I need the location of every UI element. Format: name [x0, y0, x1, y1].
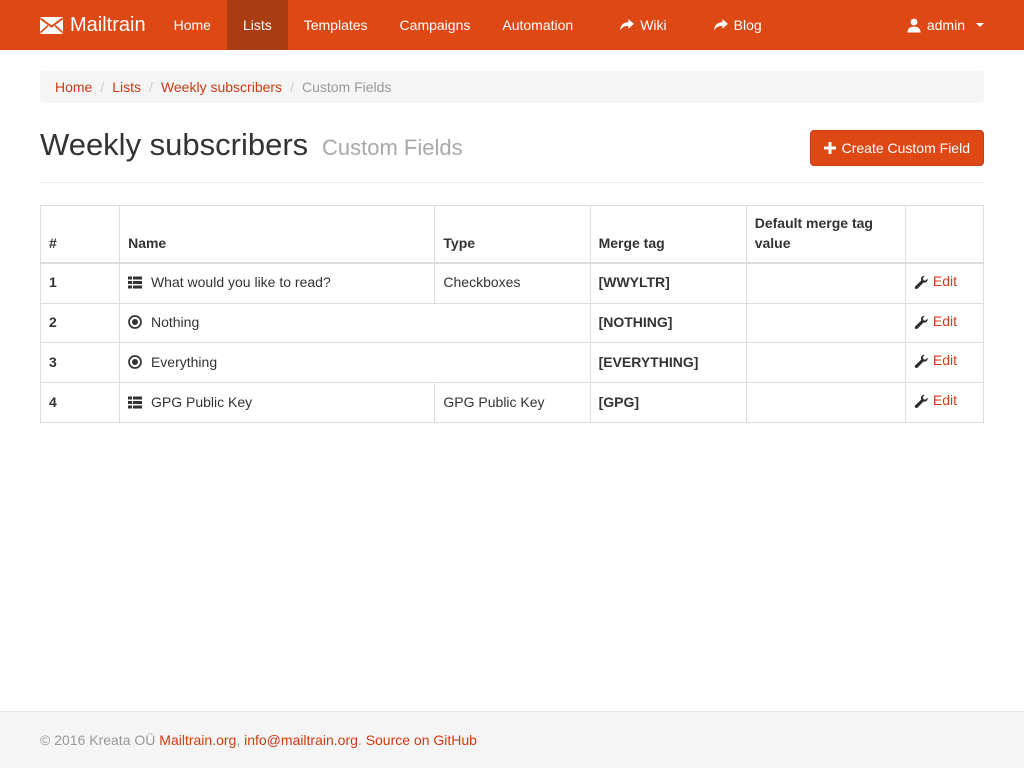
plus-icon: [824, 142, 836, 154]
table-row: 3 Everything [EVERYTHING] Edit: [41, 343, 984, 383]
create-custom-field-button[interactable]: Create Custom Field: [810, 130, 984, 166]
wrench-icon: [914, 315, 928, 329]
actions-cell: Edit: [905, 263, 983, 303]
breadcrumb-weekly-subscribers[interactable]: Weekly subscribers: [161, 79, 282, 95]
nav-item-home[interactable]: Home: [158, 0, 227, 50]
navbar: Mailtrain Home Lists Templates Campaigns…: [0, 0, 1024, 50]
field-name-cell: What would you like to read?: [120, 263, 435, 303]
table-row: 1 What would you like to read? Checkboxe…: [41, 263, 984, 303]
row-index: 2: [41, 303, 120, 343]
brand-link[interactable]: Mailtrain: [40, 0, 146, 50]
default-merge-tag-value: [746, 303, 905, 343]
edit-label: Edit: [933, 351, 957, 371]
user-label: admin: [927, 17, 965, 33]
caret-down-icon: [976, 23, 984, 27]
copyright-text: © 2016 Kreata OÜ: [40, 732, 155, 748]
record-icon: [128, 315, 142, 329]
user-icon: [907, 18, 921, 33]
user-menu[interactable]: admin: [891, 0, 984, 50]
default-merge-tag-value: [746, 263, 905, 303]
page-title: Weekly subscribers: [40, 127, 308, 162]
row-index: 3: [41, 343, 120, 383]
field-name-cell: GPG Public Key: [120, 383, 435, 423]
page-subtitle: Custom Fields: [322, 135, 463, 160]
nav-item-templates[interactable]: Templates: [288, 0, 384, 50]
breadcrumb-separator: /: [282, 79, 302, 95]
breadcrumb-separator: /: [92, 79, 112, 95]
edit-link[interactable]: Edit: [914, 312, 957, 332]
actions-cell: Edit: [905, 343, 983, 383]
field-name: What would you like to read?: [151, 274, 331, 290]
column-header-name: Name: [120, 206, 435, 263]
actions-cell: Edit: [905, 303, 983, 343]
brand-label: Mailtrain: [70, 14, 146, 37]
edit-link[interactable]: Edit: [914, 391, 957, 411]
nav-item-campaigns[interactable]: Campaigns: [384, 0, 487, 50]
wrench-icon: [914, 275, 928, 289]
table-row: 4 GPG Public Key GPG Public Key [GPG]: [41, 383, 984, 423]
breadcrumb: Home / Lists / Weekly subscribers / Cust…: [40, 71, 984, 103]
actions-cell: Edit: [905, 383, 983, 423]
row-index: 4: [41, 383, 120, 423]
nav-item-wiki[interactable]: Wiki: [603, 0, 682, 50]
wrench-icon: [914, 354, 928, 368]
nav-item-lists[interactable]: Lists: [227, 0, 288, 50]
github-source-link[interactable]: Source on GitHub: [366, 732, 477, 748]
list-icon: [128, 276, 142, 289]
table-body: 1 What would you like to read? Checkboxe…: [41, 263, 984, 423]
record-icon: [128, 355, 142, 369]
field-type: Checkboxes: [435, 263, 590, 303]
main-nav: Home Lists Templates Campaigns Automatio…: [158, 0, 778, 50]
merge-tag: [GPG]: [590, 383, 746, 423]
breadcrumb-separator: /: [141, 79, 161, 95]
field-name-cell: Nothing: [120, 303, 590, 343]
nav-item-automation[interactable]: Automation: [486, 0, 589, 50]
column-header-actions: [905, 206, 983, 263]
breadcrumb-lists[interactable]: Lists: [112, 79, 141, 95]
field-name: Everything: [151, 354, 217, 370]
column-header-type: Type: [435, 206, 590, 263]
mailtrain-org-link[interactable]: Mailtrain.org: [159, 732, 236, 748]
column-header-merge-tag: Merge tag: [590, 206, 746, 263]
merge-tag: [WWYLTR]: [590, 263, 746, 303]
table-row: 2 Nothing [NOTHING] Edit: [41, 303, 984, 343]
field-name: Nothing: [151, 314, 199, 330]
page-header: Weekly subscribers Custom Fields Create …: [40, 127, 984, 183]
table-header-row: # Name Type Merge tag Default merge tag …: [41, 206, 984, 263]
main-content: Home / Lists / Weekly subscribers / Cust…: [0, 50, 1024, 711]
field-name: GPG Public Key: [151, 394, 252, 410]
edit-label: Edit: [933, 272, 957, 292]
merge-tag: [NOTHING]: [590, 303, 746, 343]
default-merge-tag-value: [746, 343, 905, 383]
edit-label: Edit: [933, 312, 957, 332]
email-link[interactable]: info@mailtrain.org: [244, 732, 358, 748]
default-merge-tag-value: [746, 383, 905, 423]
column-header-default-merge-tag-value: Default merge tag value: [746, 206, 905, 263]
footer: © 2016 Kreata OÜ Mailtrain.org, info@mai…: [0, 711, 1024, 768]
merge-tag: [EVERYTHING]: [590, 343, 746, 383]
nav-item-blog[interactable]: Blog: [697, 0, 778, 50]
envelope-icon: [40, 17, 63, 34]
edit-label: Edit: [933, 391, 957, 411]
breadcrumb-home[interactable]: Home: [55, 79, 92, 95]
share-arrow-icon: [619, 19, 634, 32]
column-header-index: #: [41, 206, 120, 263]
wrench-icon: [914, 394, 928, 408]
edit-link[interactable]: Edit: [914, 351, 957, 371]
row-index: 1: [41, 263, 120, 303]
field-name-cell: Everything: [120, 343, 590, 383]
share-arrow-icon: [713, 19, 728, 32]
edit-link[interactable]: Edit: [914, 272, 957, 292]
field-type: GPG Public Key: [435, 383, 590, 423]
list-icon: [128, 396, 142, 409]
custom-fields-table: # Name Type Merge tag Default merge tag …: [40, 205, 984, 423]
breadcrumb-current: Custom Fields: [302, 79, 391, 95]
